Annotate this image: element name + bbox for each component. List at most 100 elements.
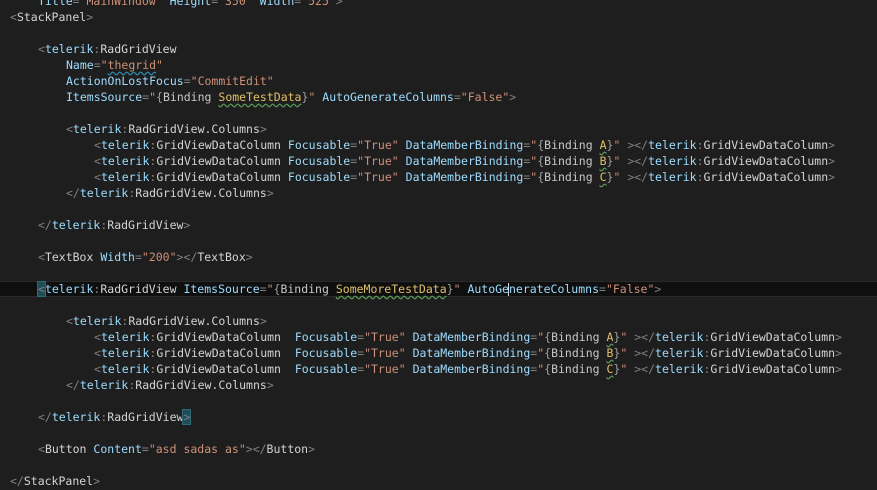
code-line[interactable]: <telerik:GridViewDataColumn Focusable="T… — [0, 361, 877, 377]
code-token-prefix: telerik — [72, 314, 122, 328]
code-token-punc: < — [94, 346, 101, 360]
code-token-attr: Focusable — [287, 138, 351, 152]
code-line[interactable] — [0, 105, 877, 121]
code-token-attr: DataMemberBinding — [405, 170, 524, 184]
code-token-punc: </ — [38, 410, 52, 424]
code-line[interactable]: <telerik:GridViewDataColumn Focusable="T… — [0, 137, 877, 153]
code-token-str: " — [453, 282, 461, 296]
code-line[interactable]: <telerik:GridViewDataColumn Focusable="T… — [0, 345, 877, 361]
code-line[interactable]: ActionOnLostFocus="CommitEdit" — [0, 73, 877, 89]
code-line[interactable]: </telerik:RadGridView.Columns> — [0, 377, 877, 393]
code-line[interactable]: <StackPanel> — [0, 9, 877, 25]
code-token-attr: Focusable — [294, 330, 358, 344]
code-token-prefix: telerik — [100, 346, 150, 360]
code-token-punc: ></ — [627, 138, 649, 152]
code-token-attr: ItemsSource — [183, 282, 260, 296]
code-token-attr: Focusable — [294, 346, 358, 360]
code-token-str: " — [149, 90, 157, 104]
code-token-str: "True" — [357, 138, 399, 152]
code-line[interactable]: <telerik:GridViewDataColumn Focusable="T… — [0, 329, 877, 345]
code-token-punc: : — [696, 170, 704, 184]
current-line[interactable]: <telerik:RadGridView ItemsSource="{Bindi… — [0, 281, 877, 297]
code-token-prefix: telerik — [648, 170, 697, 184]
code-line[interactable]: </telerik:RadGridView> — [0, 409, 877, 425]
code-token-bindkw: Binding — [551, 346, 600, 360]
code-token-prefix: telerik — [72, 122, 122, 136]
code-line[interactable]: <telerik:GridViewDataColumn Focusable="T… — [0, 169, 877, 185]
code-token-punc: < — [94, 154, 101, 168]
code-line[interactable]: <telerik:GridViewDataColumn Focusable="T… — [0, 153, 877, 169]
code-line[interactable] — [0, 297, 877, 313]
code-token-tag: GridViewDataColumn — [156, 154, 281, 168]
code-line[interactable] — [0, 25, 877, 41]
code-line[interactable] — [0, 265, 877, 281]
code-token-punc: < — [66, 314, 73, 328]
code-token-punc: > — [828, 170, 836, 184]
code-line[interactable]: Name="thegrid" — [0, 57, 877, 73]
code-token-punc: < — [94, 138, 101, 152]
code-token-str: "False" — [605, 282, 655, 296]
code-line[interactable] — [0, 393, 877, 409]
code-token-punc: </ — [66, 378, 80, 392]
code-token-ctx: { — [156, 90, 163, 104]
code-token-prefix: telerik — [655, 330, 704, 344]
code-token-prefix: telerik — [79, 186, 129, 200]
code-token-attr: ActionOnLostFocus — [66, 74, 184, 88]
code-line[interactable] — [0, 233, 877, 249]
code-line[interactable]: </telerik:RadGridView> — [0, 217, 877, 233]
code-token-punc: > — [835, 330, 842, 344]
code-token-bindkw: Binding — [551, 330, 600, 344]
code-token-prefix: telerik — [648, 138, 697, 152]
code-token-punc: = — [259, 282, 267, 296]
code-token-tag: GridViewDataColumn — [703, 170, 829, 184]
code-line[interactable] — [0, 425, 877, 441]
code-token-prefix: telerik — [51, 410, 101, 424]
code-token-prefix: telerik — [100, 170, 150, 184]
code-token-str: "False" — [460, 90, 510, 104]
code-token-punc: = — [141, 442, 149, 456]
code-line[interactable] — [0, 201, 877, 217]
code-token-punc: > — [259, 122, 267, 136]
code-token-str: "asd sadas as" — [148, 442, 246, 456]
code-line[interactable]: <Button Content="asd sadas as"></Button> — [0, 441, 877, 457]
code-line[interactable]: </telerik:RadGridView.Columns> — [0, 185, 877, 201]
code-line[interactable]: ItemsSource="{Binding SomeTestData}" Aut… — [0, 89, 877, 105]
code-token-punc: > — [86, 10, 94, 24]
code-token-punc: </ — [38, 218, 52, 232]
code-token-tag: RadGridView — [107, 218, 184, 232]
code-token-attr: AutoGe — [467, 282, 509, 296]
code-token-tag: GridViewDataColumn — [710, 346, 836, 360]
code-token-punc: < — [38, 42, 45, 56]
code-token-tag: GridViewDataColumn — [156, 330, 281, 344]
code-token-bindarg: SomeMoreTestData — [335, 282, 447, 296]
code-token-punc: </ — [66, 186, 80, 200]
code-line[interactable]: </StackPanel> — [0, 473, 877, 489]
code-token-bindkw: Binding — [544, 138, 593, 152]
code-token-tag: GridViewDataColumn — [703, 138, 829, 152]
code-token-tag: StackPanel — [23, 474, 94, 488]
code-token-punc: > — [266, 378, 274, 392]
code-token-tag: RadGridView.Columns — [135, 378, 267, 392]
code-token-attr: Width — [259, 0, 295, 8]
code-token-bindarg: C — [599, 170, 607, 184]
code-token-str: " — [100, 58, 108, 72]
code-token-str: thegrid — [107, 58, 157, 72]
code-token-str: " — [266, 282, 274, 296]
code-editor[interactable]: Title="MainWindow" Height="350" Width="5… — [0, 0, 877, 490]
code-line[interactable]: Title="MainWindow" Height="350" Width="5… — [0, 0, 877, 9]
code-line[interactable]: <telerik:RadGridView.Columns> — [0, 313, 877, 329]
code-token-punc: > — [93, 474, 101, 488]
code-line[interactable]: <telerik:RadGridView — [0, 41, 877, 57]
code-line[interactable]: <TextBox Width="200"></TextBox> — [0, 249, 877, 265]
code-line[interactable]: <telerik:RadGridView.Columns> — [0, 121, 877, 137]
code-line[interactable] — [0, 457, 877, 473]
code-token-bindkw: Binding — [544, 154, 593, 168]
code-token-bindarg: SomeTestData — [218, 90, 302, 104]
code-token-attr: Focusable — [287, 154, 351, 168]
code-token-tag: GridViewDataColumn — [710, 330, 836, 344]
